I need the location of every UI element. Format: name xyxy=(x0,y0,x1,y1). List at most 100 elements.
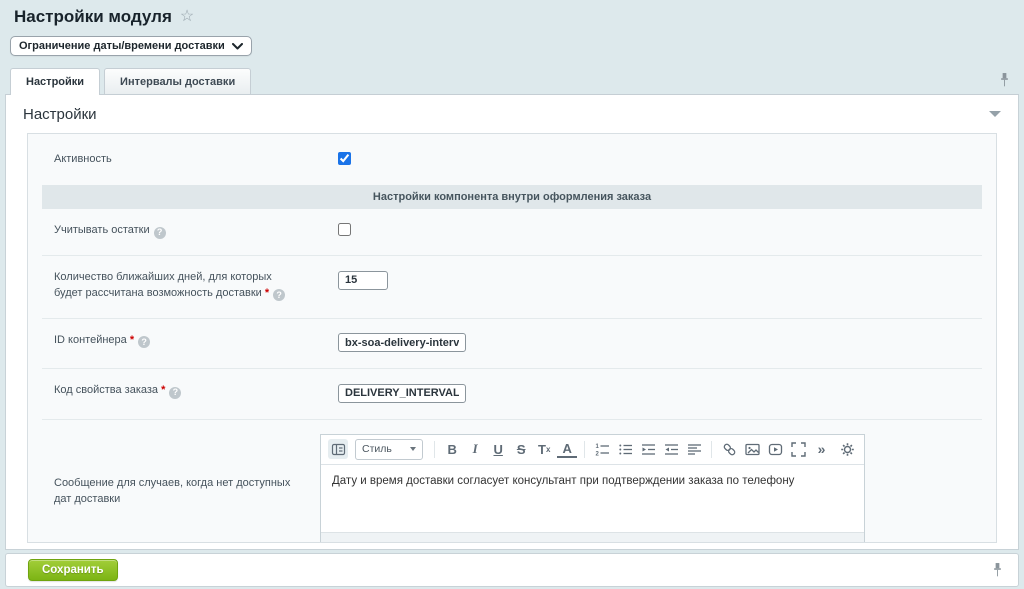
ordered-list-icon: 1 2 xyxy=(595,442,610,457)
ordered-list-button[interactable]: 1 2 xyxy=(592,439,612,459)
align-button[interactable] xyxy=(684,439,704,459)
indent-icon xyxy=(641,442,656,457)
pin-icon[interactable] xyxy=(991,562,1004,578)
outdent-button[interactable] xyxy=(661,439,681,459)
clear-format-label: T xyxy=(538,442,546,457)
module-select-value: Ограничение даты/времени доставки xyxy=(19,40,225,52)
collapse-section-icon[interactable] xyxy=(989,111,1001,117)
editor-settings-button[interactable] xyxy=(837,439,857,459)
pushpin-icon xyxy=(991,562,1004,578)
pin-icon[interactable] xyxy=(998,72,1011,88)
italic-button[interactable]: I xyxy=(465,439,485,459)
field-label-text: ID контейнера xyxy=(54,334,127,346)
form-row-container-id: ID контейнера *? xyxy=(42,318,982,369)
module-select[interactable]: Ограничение даты/времени доставки xyxy=(10,36,252,56)
unordered-list-icon xyxy=(618,442,633,457)
group-header: Настройки компонента внутри оформления з… xyxy=(42,185,982,209)
help-icon[interactable]: ? xyxy=(138,336,150,348)
field-label-text: Активность xyxy=(54,153,112,165)
tab-settings-label: Настройки xyxy=(26,76,84,88)
toolbar-separator xyxy=(584,441,585,458)
text-color-button[interactable]: A xyxy=(557,442,577,458)
form-row-order-prop-code: Код свойства заказа *? xyxy=(42,368,982,419)
bold-button[interactable]: B xyxy=(442,439,462,459)
field-label-text: Сообщение для случаев, когда нет доступн… xyxy=(54,477,290,505)
footer-toolbar: Сохранить xyxy=(5,553,1019,587)
page-title: Настройки модуля xyxy=(14,7,172,27)
toolbar-separator xyxy=(434,441,435,458)
order-prop-code-input[interactable] xyxy=(338,384,466,403)
style-select[interactable]: Стиль xyxy=(355,439,423,460)
link-icon xyxy=(722,442,737,457)
required-mark: * xyxy=(130,334,134,346)
tab-delivery-intervals[interactable]: Интервалы доставки xyxy=(104,68,251,94)
editor-status-bar xyxy=(321,532,864,543)
clear-format-button[interactable]: Tx xyxy=(534,439,554,459)
field-control xyxy=(312,151,996,170)
strikethrough-button[interactable]: S xyxy=(511,439,531,459)
video-icon xyxy=(768,442,783,457)
form-row-stock: Учитывать остатки? xyxy=(28,209,996,255)
chevron-down-icon xyxy=(232,43,243,50)
image-icon xyxy=(745,442,760,457)
help-icon[interactable]: ? xyxy=(154,227,166,239)
group-header-text: Настройки компонента внутри оформления з… xyxy=(373,191,651,203)
field-label: Сообщение для случаев, когда нет доступн… xyxy=(42,434,312,508)
field-control xyxy=(312,383,982,403)
field-label: ID контейнера *? xyxy=(42,333,312,349)
outdent-icon xyxy=(664,442,679,457)
form-row-days: Количество ближайших дней, для которых б… xyxy=(42,255,982,318)
field-label: Код свойства заказа *? xyxy=(42,383,312,399)
video-button[interactable] xyxy=(765,439,785,459)
form-row-activity: Активность xyxy=(28,134,996,185)
use-stock-checkbox[interactable] xyxy=(338,223,351,236)
required-mark: * xyxy=(265,287,269,299)
section-title: Настройки xyxy=(23,106,97,123)
unordered-list-button[interactable] xyxy=(615,439,635,459)
indent-button[interactable] xyxy=(638,439,658,459)
field-control xyxy=(312,333,982,353)
svg-text:2: 2 xyxy=(595,451,599,457)
field-label-text: Количество ближайших дней, для которых б… xyxy=(54,271,272,299)
field-control xyxy=(312,270,982,290)
favorite-star-icon[interactable]: ☆ xyxy=(180,9,194,25)
field-control xyxy=(312,223,996,241)
required-mark: * xyxy=(161,384,165,396)
style-select-value: Стиль xyxy=(362,443,392,455)
help-icon[interactable]: ? xyxy=(169,387,181,399)
field-label: Количество ближайших дней, для которых б… xyxy=(42,270,312,302)
section-header: Настройки xyxy=(6,95,1018,133)
settings-form: Активность Настройки компонента внутри о… xyxy=(27,133,997,543)
help-icon[interactable]: ? xyxy=(273,289,285,301)
container-id-input[interactable] xyxy=(338,333,466,352)
fullscreen-button[interactable] xyxy=(788,439,808,459)
form-row-no-dates-message: Сообщение для случаев, когда нет доступн… xyxy=(42,419,982,543)
days-count-input[interactable] xyxy=(338,271,388,290)
field-label: Учитывать остатки? xyxy=(28,223,312,239)
editor-content[interactable]: Дату и время доставки согласует консульт… xyxy=(321,465,864,532)
module-settings-page: Настройки модуля ☆ Ограничение даты/врем… xyxy=(0,0,1024,589)
tab-bar: Настройки Интервалы доставки xyxy=(5,67,1019,94)
page-header: Настройки модуля ☆ xyxy=(0,0,1024,27)
settings-panel: Настройки Активность Настройки компонент… xyxy=(5,94,1019,550)
field-control: Стиль B I U S Tx A xyxy=(312,434,982,543)
html-editor: Стиль B I U S Tx A xyxy=(320,434,865,543)
gear-icon xyxy=(840,442,855,457)
activity-checkbox[interactable] xyxy=(338,152,351,165)
clear-format-sub: x xyxy=(546,445,550,454)
fullscreen-icon xyxy=(791,442,806,457)
underline-button[interactable]: U xyxy=(488,439,508,459)
save-button[interactable]: Сохранить xyxy=(28,559,118,581)
field-label-text: Код свойства заказа xyxy=(54,384,158,396)
more-tools-button[interactable]: » xyxy=(811,439,831,459)
tab-settings[interactable]: Настройки xyxy=(10,68,100,95)
field-label: Активность xyxy=(28,151,312,168)
link-button[interactable] xyxy=(719,439,739,459)
source-view-button[interactable] xyxy=(328,439,348,459)
svg-text:1: 1 xyxy=(595,444,599,450)
toolbar-separator xyxy=(711,441,712,458)
align-left-icon xyxy=(687,442,702,457)
field-label-text: Учитывать остатки xyxy=(54,224,150,236)
image-button[interactable] xyxy=(742,439,762,459)
tab-delivery-intervals-label: Интервалы доставки xyxy=(120,76,235,88)
